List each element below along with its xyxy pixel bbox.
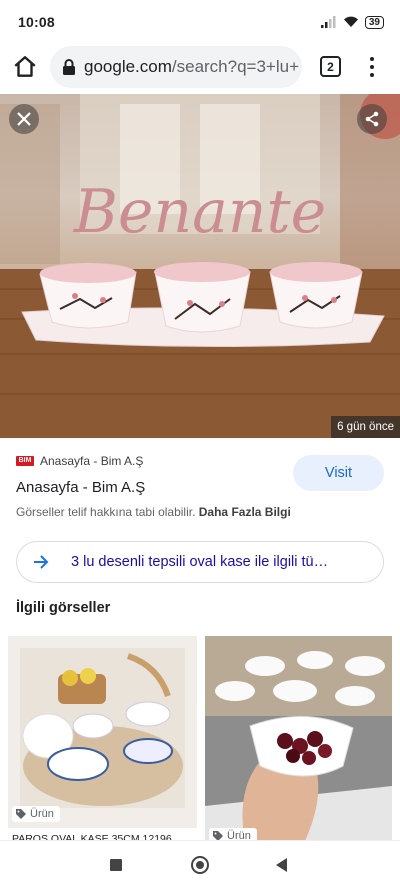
arrow-right-icon bbox=[34, 555, 49, 569]
status-time: 10:08 bbox=[18, 14, 55, 30]
url-path: /search?q=3+lu+ bbox=[171, 57, 300, 76]
related-images-title: İlgili görseller bbox=[16, 600, 111, 616]
bowl-left bbox=[39, 263, 137, 329]
tag-icon bbox=[16, 809, 26, 819]
close-preview-button[interactable] bbox=[9, 104, 39, 134]
source-name: Anasayfa - Bim A.Ş bbox=[40, 454, 144, 468]
preview-image-drawing: Benante bbox=[0, 94, 400, 438]
home-nav-button[interactable] bbox=[191, 856, 209, 874]
home-icon[interactable] bbox=[12, 54, 38, 80]
close-icon bbox=[17, 112, 31, 126]
browser-toolbar: google.com/search?q=3+lu+ 2 bbox=[0, 44, 400, 90]
bowl-middle bbox=[154, 262, 251, 333]
related-image-1[interactable]: Ürün bbox=[8, 636, 197, 828]
product-badge-label: Ürün bbox=[30, 808, 54, 820]
related-image-2-drawing bbox=[205, 636, 392, 841]
address-bar[interactable]: google.com/search?q=3+lu+ bbox=[50, 46, 302, 88]
related-search-chip[interactable]: 3 lu desenli tepsili oval kase ile ilgil… bbox=[16, 541, 384, 583]
wifi-icon bbox=[343, 16, 358, 27]
share-icon bbox=[365, 111, 379, 127]
source-logo: BIM bbox=[16, 456, 34, 466]
status-icons: 39 bbox=[320, 15, 384, 29]
source-row[interactable]: BIM Anasayfa - Bim A.Ş bbox=[16, 454, 143, 468]
related-image-2[interactable]: Ürün bbox=[205, 636, 392, 841]
result-title[interactable]: Anasayfa - Bim A.Ş bbox=[16, 479, 145, 496]
share-button[interactable] bbox=[357, 104, 387, 134]
signal-icon bbox=[320, 16, 336, 28]
url-host: google.com bbox=[84, 57, 172, 76]
image-age-badge: 6 gün önce bbox=[331, 416, 400, 438]
related-image-1-drawing bbox=[20, 648, 185, 808]
related-search-label: 3 lu desenli tepsili oval kase ile ilgil… bbox=[71, 554, 329, 570]
preview-image[interactable]: Benante bbox=[0, 94, 400, 438]
product-badge: Ürün bbox=[12, 806, 60, 822]
bowl-right bbox=[269, 262, 363, 329]
copyright-text: Görseller telif hakkına tabi olabilir. bbox=[16, 505, 196, 519]
visit-button[interactable]: Visit bbox=[293, 455, 384, 491]
brand-text: Benante bbox=[73, 177, 326, 247]
system-nav-bar bbox=[0, 840, 400, 888]
battery-icon: 39 bbox=[364, 15, 384, 29]
status-bar: 10:08 39 bbox=[0, 0, 400, 44]
overflow-menu-icon[interactable] bbox=[364, 54, 380, 80]
lock-icon bbox=[63, 59, 75, 75]
tab-switcher-button[interactable]: 2 bbox=[320, 56, 341, 77]
back-button[interactable] bbox=[276, 858, 287, 872]
recent-apps-button[interactable] bbox=[110, 859, 122, 871]
more-info-link[interactable]: Daha Fazla Bilgi bbox=[199, 505, 291, 519]
copyright-notice: Görseller telif hakkına tabi olabilir. D… bbox=[16, 505, 291, 519]
